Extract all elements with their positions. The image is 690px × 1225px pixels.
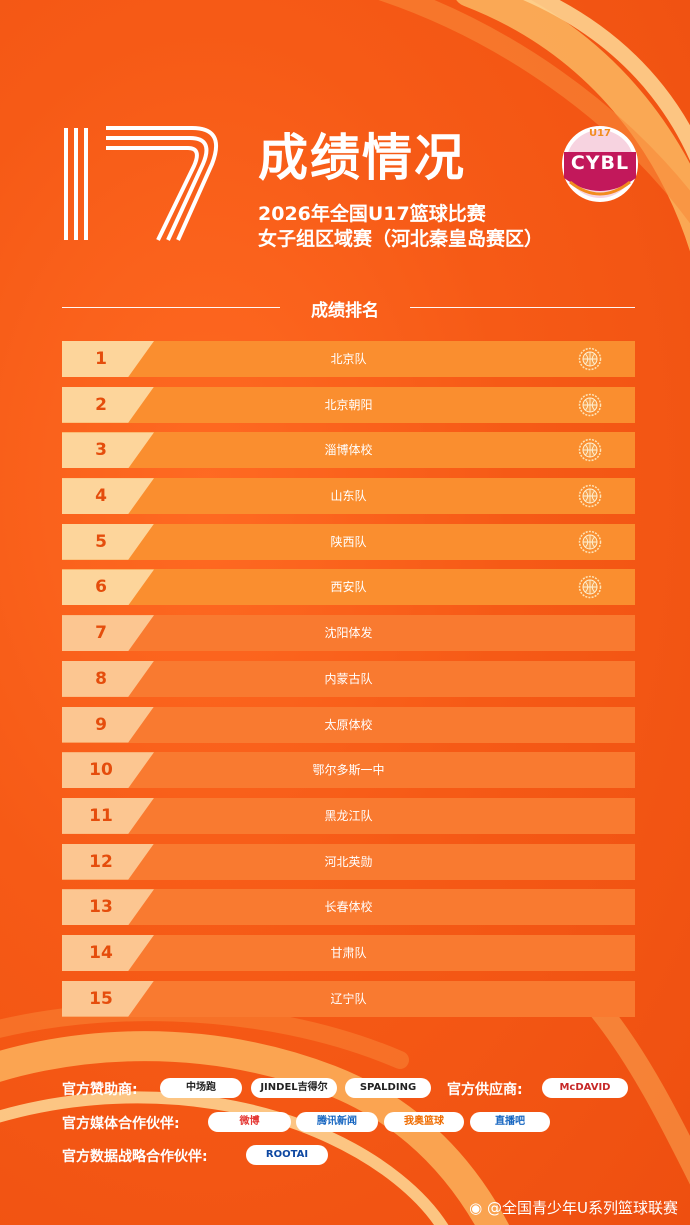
ranking-row: 4 山东队 bbox=[62, 478, 635, 515]
ranking-row: 12 河北英勋 bbox=[62, 843, 635, 880]
media-logo-tencent-news: 腾讯新闻 bbox=[296, 1112, 378, 1132]
ranking-row: 9 太原体校 bbox=[62, 706, 635, 743]
sponsor-label: 官方赞助商: bbox=[62, 1082, 138, 1098]
poster: 成绩情况 2026年全国U17篮球比赛 女子组区域赛（河北秦皇岛赛区） U17 … bbox=[0, 0, 690, 1225]
logo-u17-text: U17 bbox=[588, 128, 612, 139]
media-partner-label: 官方媒体合作伙伴: bbox=[62, 1116, 180, 1132]
team-name: 内蒙古队 bbox=[324, 671, 373, 686]
logo-cybl-text: CYBL bbox=[570, 152, 630, 174]
team-name: 沈阳体发 bbox=[324, 626, 373, 641]
team-name: 西安队 bbox=[330, 580, 367, 595]
team-name: 山东队 bbox=[330, 489, 367, 504]
u17-outline-numerals bbox=[64, 126, 218, 241]
ranking-row: 13 长春体校 bbox=[62, 889, 635, 926]
basketball-medal-icon bbox=[578, 576, 602, 599]
basketball-medal-icon bbox=[578, 484, 602, 508]
team-name: 辽宁队 bbox=[330, 991, 367, 1006]
ranking-row: 6 西安队 bbox=[62, 569, 635, 606]
basketball-medal-icon bbox=[578, 439, 602, 462]
team-name: 黑龙江队 bbox=[324, 808, 373, 823]
watermark-text: @全国青少年U系列篮球联赛 bbox=[487, 1199, 678, 1217]
ranking-row: 2 北京朝阳 bbox=[62, 386, 635, 423]
data-partner-label: 官方数据战略合作伙伴: bbox=[62, 1149, 208, 1165]
ranking-row: 5 陕西队 bbox=[62, 523, 635, 560]
cybl-logo: U17 CYBL bbox=[556, 122, 644, 208]
ranking-row: 8 内蒙古队 bbox=[62, 660, 635, 697]
media-logo-weibo: 微博 bbox=[208, 1112, 291, 1132]
team-name: 河北英勋 bbox=[324, 854, 373, 869]
team-name: 北京朝阳 bbox=[324, 397, 373, 412]
page-title: 成绩情况 bbox=[258, 129, 466, 187]
data-partner-logo-rootai: ROOTAI bbox=[246, 1145, 328, 1165]
team-name: 鄂尔多斯一中 bbox=[312, 763, 385, 778]
weibo-watermark: ◉ @全国青少年U系列篮球联赛 bbox=[469, 1197, 678, 1218]
sponsor-logo-zhongchangpao: 中场跑 bbox=[160, 1078, 242, 1098]
team-name: 甘肃队 bbox=[330, 945, 367, 960]
basketball-medal-icon bbox=[578, 530, 602, 553]
weibo-icon: ◉ bbox=[469, 1199, 483, 1217]
ranking-row: 3 淄博体校 bbox=[62, 432, 635, 469]
sponsor-logo-spalding: SPALDING bbox=[345, 1078, 431, 1098]
supplier-label: 官方供应商: bbox=[447, 1082, 523, 1098]
event-subtitle: 2026年全国U17篮球比赛 bbox=[258, 203, 486, 225]
ranking-row: 1 北京队 bbox=[62, 341, 635, 377]
ranking-row: 15 辽宁队 bbox=[62, 980, 635, 1017]
team-name: 北京队 bbox=[330, 352, 367, 366]
team-name: 太原体校 bbox=[324, 717, 373, 732]
sponsor-logo-jindel: JINDEL吉得尔 bbox=[251, 1078, 337, 1098]
ranking-row: 7 沈阳体发 bbox=[62, 615, 635, 652]
supplier-logo-mcdavid: McDAVID bbox=[542, 1078, 628, 1098]
media-logo-woao: 我奥篮球 bbox=[384, 1112, 464, 1132]
event-division: 女子组区域赛（河北秦皇岛赛区） bbox=[258, 228, 544, 250]
ranking-row: 10 鄂尔多斯一中 bbox=[62, 752, 635, 789]
section-title: 成绩排名 bbox=[311, 301, 379, 321]
ranking-row: 14 甘肃队 bbox=[62, 934, 635, 971]
team-name: 长春体校 bbox=[324, 900, 373, 915]
ranking-table: 1 北京队 2 北京朝阳 3 淄博体校 4 山东队 5 陕西队 6 西安队 7 沈阳体发 8 内蒙古队 9 太原体… bbox=[62, 341, 635, 1026]
basketball-medal-icon bbox=[578, 347, 602, 371]
basketball-medal-icon bbox=[578, 393, 602, 416]
team-name: 陕西队 bbox=[330, 534, 367, 549]
media-logo-zhiboba: 直播吧 bbox=[470, 1112, 550, 1132]
team-name: 淄博体校 bbox=[324, 443, 373, 458]
ranking-row: 11 黑龙江队 bbox=[62, 797, 635, 834]
